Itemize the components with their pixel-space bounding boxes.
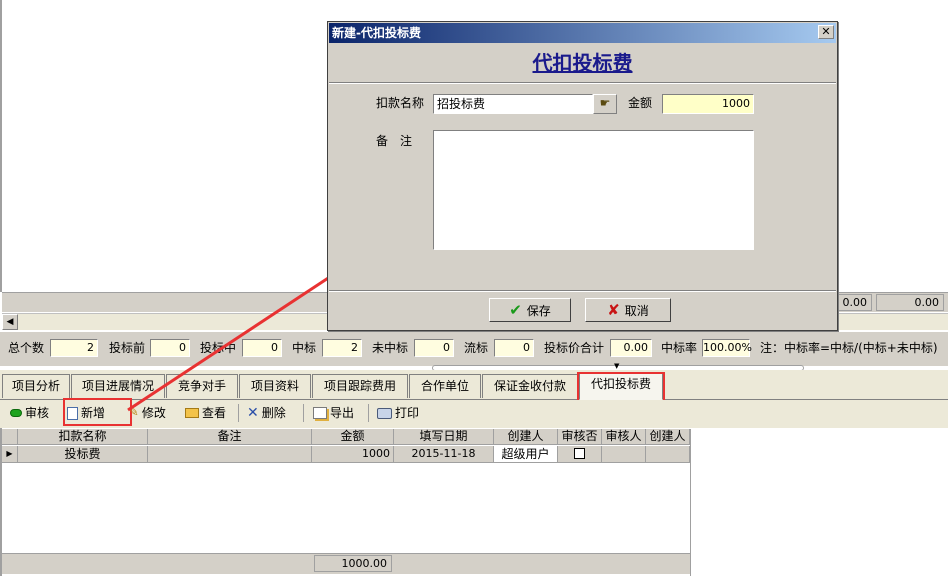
close-icon: ✕ [821, 25, 831, 38]
amount-label: 金额 [628, 96, 653, 110]
dialog-button-divider [329, 290, 836, 292]
note-textarea[interactable] [433, 130, 754, 250]
red-x-icon: ✘ [607, 301, 620, 319]
dialog-title: 新建-代扣投标费 [332, 26, 421, 40]
dialog-heading-divider [329, 82, 836, 84]
deduct-name-label: 扣款名称 [376, 96, 425, 110]
deduct-name-input[interactable]: 招投标费 [433, 94, 593, 114]
cancel-button[interactable]: ✘ 取消 [585, 298, 671, 322]
amount-input[interactable]: 1000 [662, 94, 754, 114]
dialog-close-button[interactable]: ✕ [818, 25, 834, 39]
note-label: 备 注 [376, 134, 413, 148]
dialog-window: 新建-代扣投标费 ✕ 代扣投标费 扣款名称 招投标费 ☛ 金额 1000 备 注… [327, 21, 838, 331]
save-button[interactable]: ✔ 保存 [489, 298, 571, 322]
checkmark-icon: ✔ [509, 301, 522, 319]
arrow-line [127, 259, 355, 412]
dialog-titlebar: 新建-代扣投标费 ✕ [329, 23, 836, 43]
dialog-heading: 代扣投标费 [532, 51, 633, 75]
hand-pointer-icon: ☛ [599, 96, 611, 110]
deduct-name-lookup-button[interactable]: ☛ [593, 94, 617, 114]
